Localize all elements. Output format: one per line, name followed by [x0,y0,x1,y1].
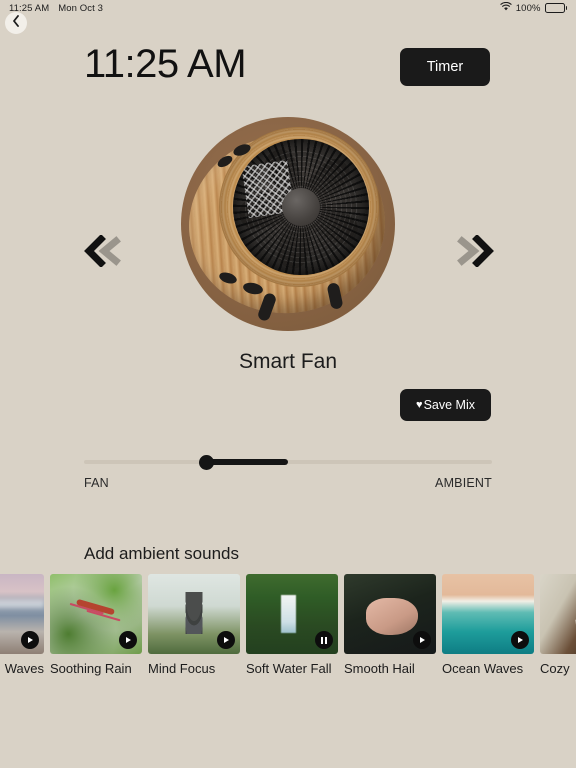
ambient-card-thumbnail [442,574,534,654]
status-bar: 11:25 AM Mon Oct 3 100% [0,0,576,16]
device-backdrop-circle [181,117,395,331]
fan-ambient-slider[interactable] [84,455,492,470]
ambient-card-thumbnail [246,574,338,654]
play-icon [420,637,426,643]
play-button[interactable] [413,631,431,649]
ambient-card[interactable]: Soothing Rain [50,574,142,676]
slider-label-fan: FAN [84,476,109,490]
app-root: 11:25 AM Mon Oct 3 100% 11:25 AM Timer S… [0,0,576,768]
status-date: Mon Oct 3 [58,2,103,14]
ambient-card-label: Ocean Waves [442,661,524,676]
ambient-section-title: Add ambient sounds [84,544,239,563]
status-bar-right: 100% [500,1,567,14]
back-button[interactable] [5,12,27,34]
ambient-card[interactable]: Smooth Hail [344,574,436,676]
ambient-card-label: Mind Focus [148,661,216,676]
ambient-card-label: Soft Water Fall [246,661,332,676]
play-button[interactable] [217,631,235,649]
slider-label-ambient: AMBIENT [435,476,492,490]
ambient-card-label: Waves [4,661,44,676]
ambient-card[interactable]: Soft Water Fall [246,574,338,676]
previous-device-button[interactable] [76,228,132,278]
ambient-card[interactable]: Cozy [540,574,576,676]
fan-hub [282,188,320,226]
ambient-card[interactable]: Waves [0,574,44,676]
ambient-sounds-carousel[interactable]: Waves Soothing Rain Mind Focus Soft Water F… [0,574,576,676]
play-icon [224,637,230,643]
slider-track [84,460,492,464]
fan-cage [233,139,369,275]
heart-icon: ♥ [416,398,423,411]
slider-fill [206,459,288,465]
double-chevron-left-icon [83,233,125,272]
device-name-label: Smart Fan [238,350,338,373]
play-button[interactable] [511,631,529,649]
ambient-card-label: Soothing Rain [50,661,132,676]
ambient-card[interactable]: Mind Focus [148,574,240,676]
slider-knob[interactable] [198,455,214,470]
wifi-icon [500,1,512,14]
ambient-card-thumbnail [344,574,436,654]
ambient-card-thumbnail [148,574,240,654]
ambient-card-thumbnail [0,574,44,654]
play-icon [518,637,524,643]
ambient-card-thumbnail [50,574,142,654]
double-chevron-right-icon [453,233,495,272]
timer-button[interactable]: Timer [400,48,490,86]
battery-percent-label: 100% [515,2,541,14]
ambient-card-label: Smooth Hail [344,661,415,676]
smart-fan-image [181,117,395,331]
slider-labels: FAN AMBIENT [84,476,492,490]
next-device-button[interactable] [446,228,502,278]
save-mix-button[interactable]: ♥ Save Mix [400,389,491,421]
pause-button[interactable] [315,631,333,649]
pause-icon [321,636,327,644]
chevron-left-icon [12,14,20,32]
battery-full-icon [544,3,567,13]
play-button[interactable] [21,631,39,649]
play-icon [126,637,132,643]
ambient-card-label: Cozy [540,661,570,676]
status-bar-left: 11:25 AM Mon Oct 3 [9,3,103,14]
save-mix-label: Save Mix [423,398,475,412]
ambient-card[interactable]: Ocean Waves [442,574,534,676]
page-title-clock: 11:25 AM [84,42,247,86]
ambient-card-thumbnail [540,574,576,654]
play-button[interactable] [119,631,137,649]
play-icon [28,637,34,643]
